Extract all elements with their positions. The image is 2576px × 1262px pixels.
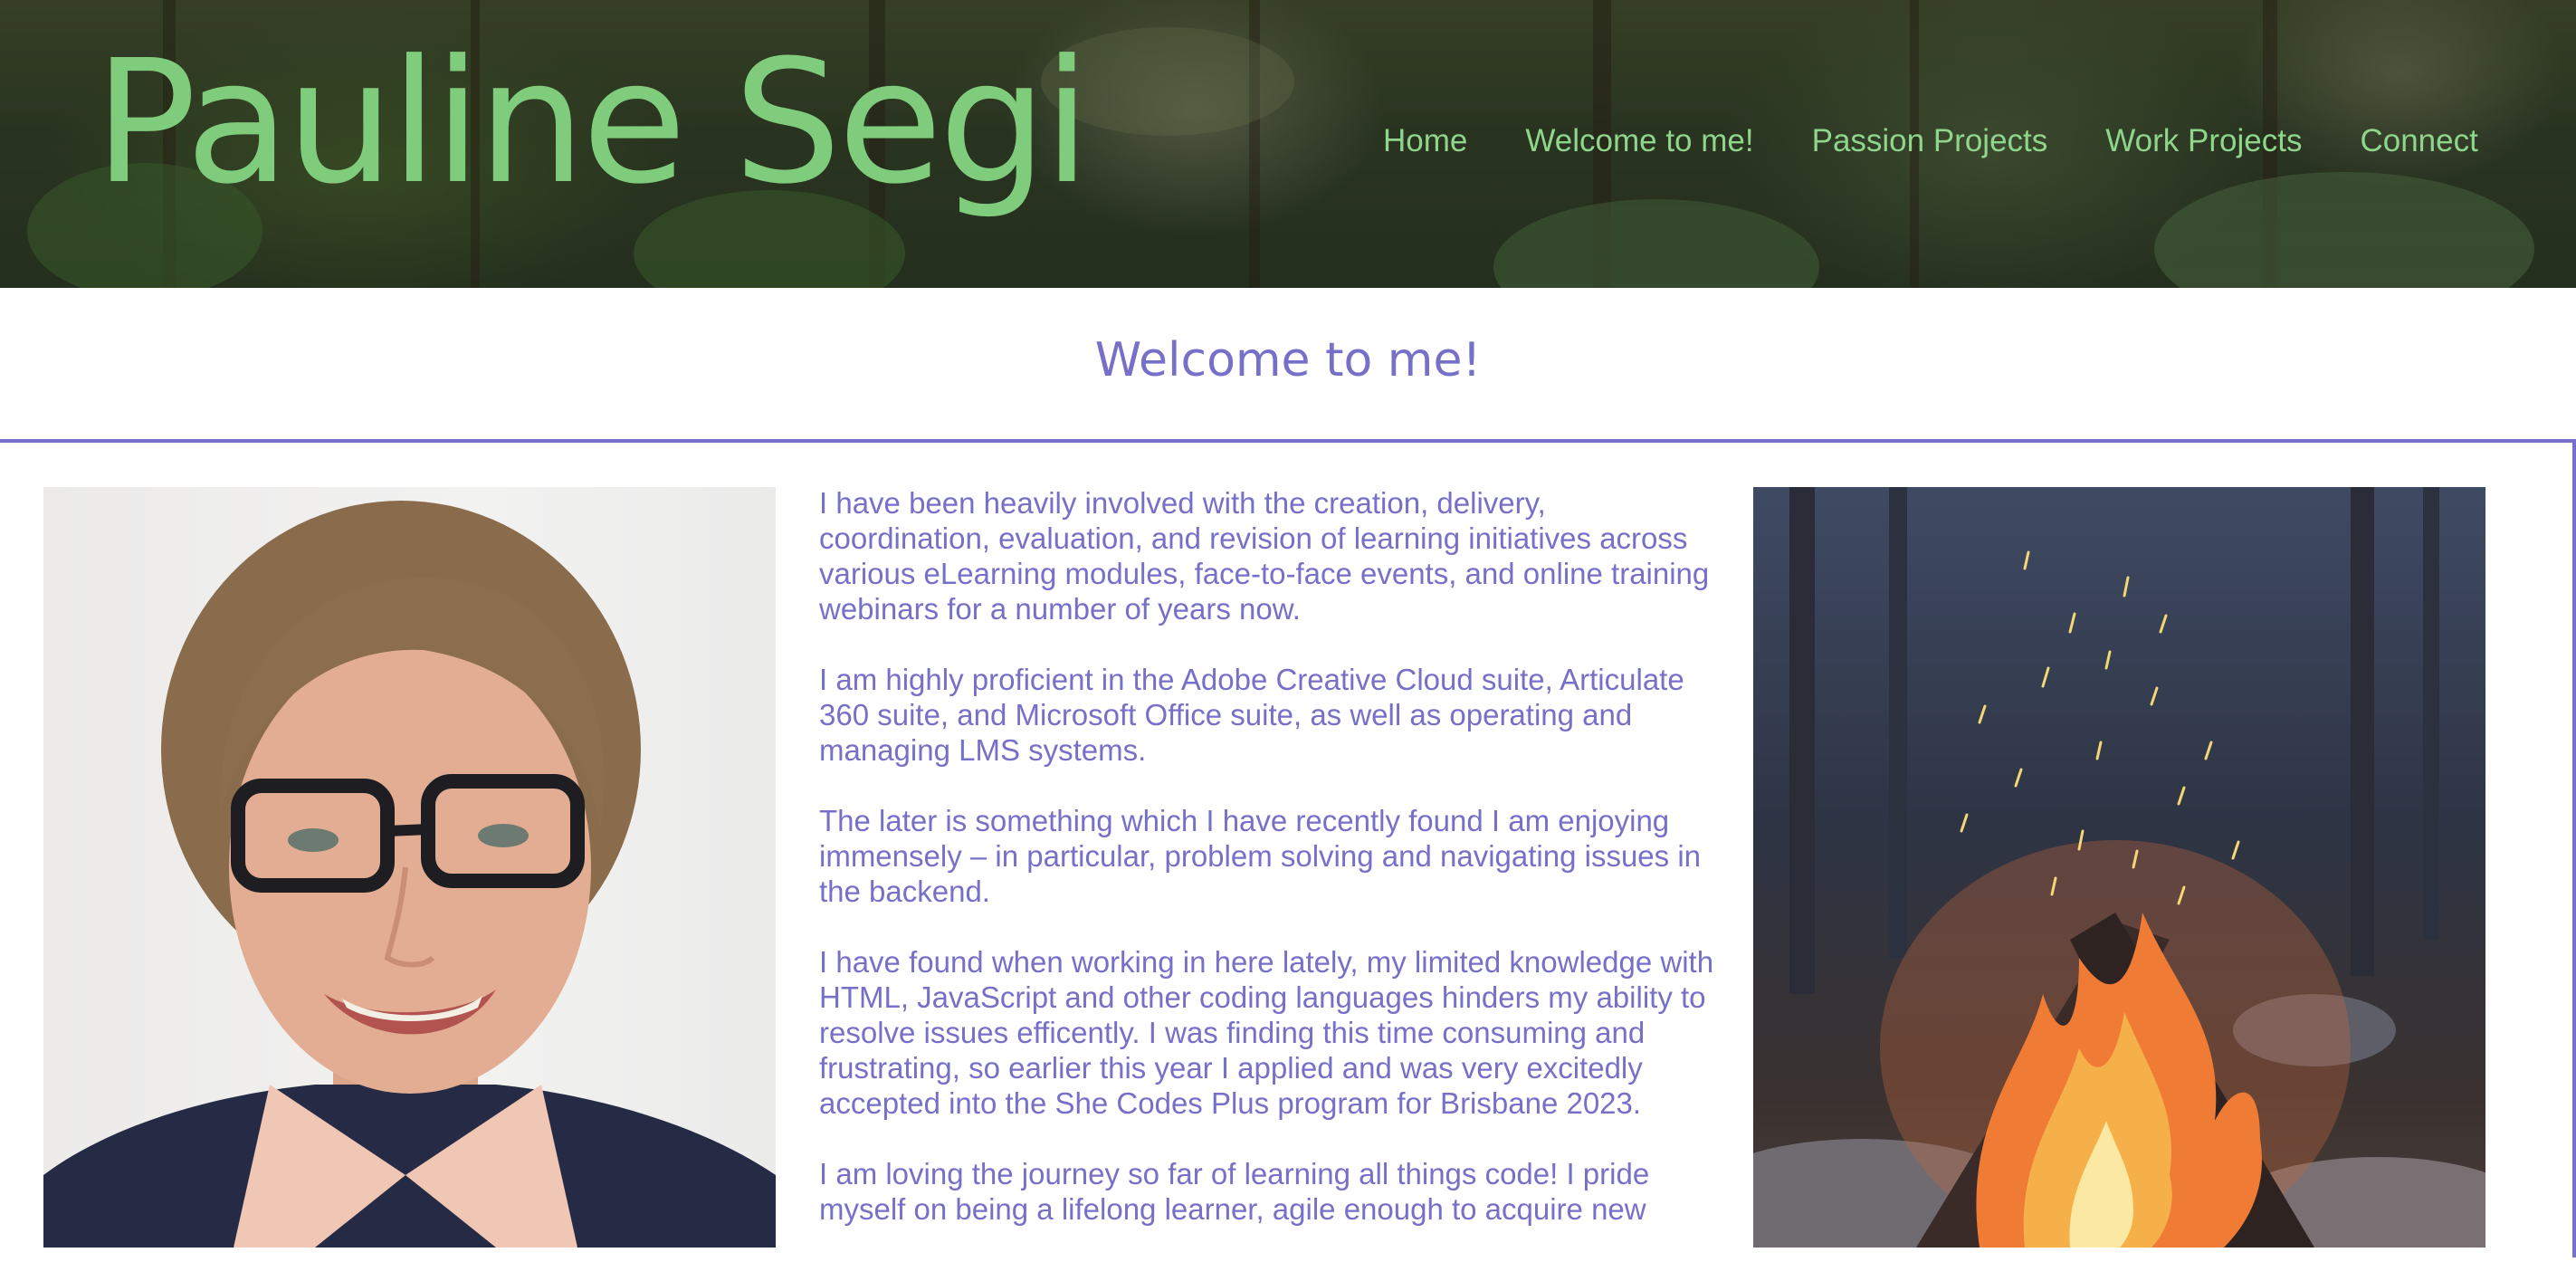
nav-link-connect[interactable]: Connect [2360,123,2477,159]
campfire-photo [1753,487,2485,1248]
bio-paragraph: The later is something which I have rece… [819,804,1701,908]
bio-paragraph: I am highly proficient in the Adobe Crea… [819,663,1684,767]
bio-text: I have been heavily involved with the cr… [819,485,1715,1262]
nav-link-work-projects[interactable]: Work Projects [2105,123,2302,159]
nav-link-welcome[interactable]: Welcome to me! [1525,123,1753,159]
site-title[interactable]: Pauline Segi [94,38,1091,208]
bio-paragraph: I am loving the journey so far of learni… [819,1157,1650,1226]
profile-photo [43,487,776,1248]
section-heading: Welcome to me! [1094,333,1482,387]
nav-link-home[interactable]: Home [1383,123,1467,159]
hero-header: Pauline Segi Home Welcome to me! Passion… [0,0,2576,288]
nav-link-passion-projects[interactable]: Passion Projects [1812,123,2048,159]
main-nav: Home Welcome to me! Passion Projects Wor… [1383,123,2478,159]
bio-paragraph: I have been heavily involved with the cr… [819,486,1710,626]
bio-paragraph: I have found when working in here lately… [819,945,1714,1120]
